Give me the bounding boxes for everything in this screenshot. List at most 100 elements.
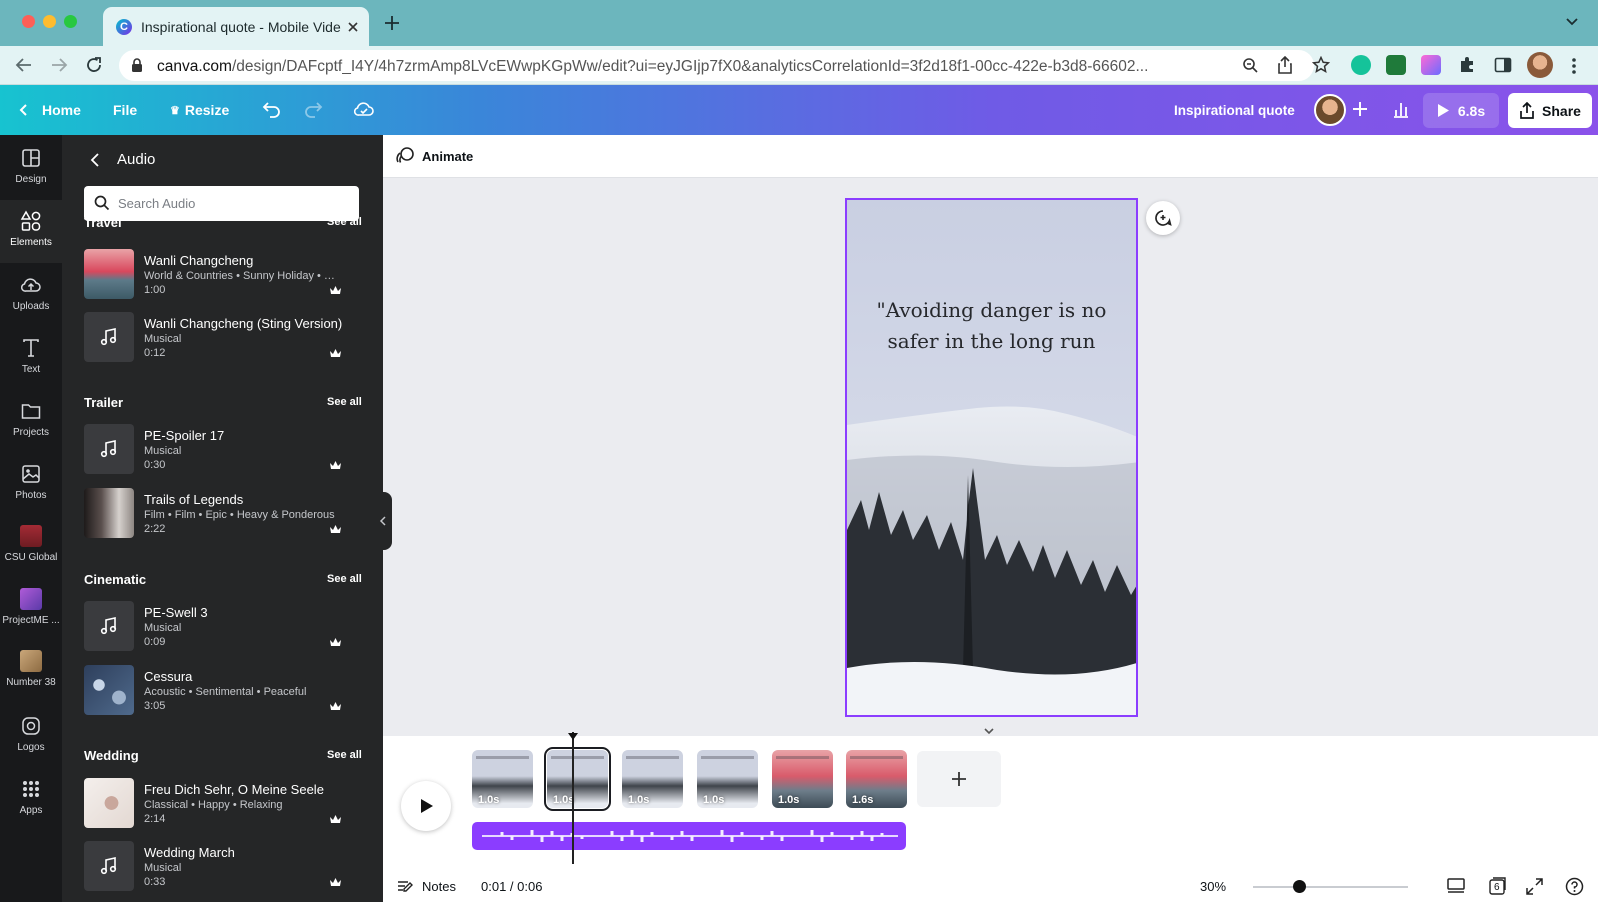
- zoom-window-button[interactable]: [64, 15, 77, 28]
- home-button[interactable]: Home: [18, 85, 81, 135]
- zoom-slider[interactable]: [1253, 880, 1408, 893]
- help-icon[interactable]: [1565, 877, 1584, 896]
- audio-waveform: [482, 830, 898, 842]
- rail-item-photos[interactable]: Photos: [0, 463, 62, 513]
- puzzle-extensions-icon[interactable]: [1458, 56, 1476, 74]
- user-avatar[interactable]: [1314, 94, 1346, 126]
- rail-item-projectme[interactable]: ProjectME ...: [0, 588, 62, 638]
- rail-item-uploads[interactable]: Uploads: [0, 274, 62, 324]
- audio-track-item[interactable]: Wanli Changcheng World & Countries • Sun…: [84, 249, 364, 299]
- download-extension-icon[interactable]: [1386, 55, 1406, 75]
- audio-track-bar[interactable]: [472, 822, 906, 850]
- bottom-bar: Notes 0:01 / 0:06 30% 6: [383, 872, 1598, 902]
- folder-icon: [21, 404, 41, 419]
- rail-item-number-38[interactable]: Number 38: [0, 650, 62, 700]
- track-artwork: [84, 841, 134, 891]
- minimize-window-button[interactable]: [43, 15, 56, 28]
- search-audio-input[interactable]: Search Audio: [84, 186, 359, 221]
- zoom-slider-thumb[interactable]: [1292, 880, 1306, 893]
- scene-duration: 1.0s: [778, 794, 800, 806]
- more-vertical-icon[interactable]: [1571, 57, 1577, 75]
- add-scene-button[interactable]: [917, 751, 1001, 807]
- scene-text-preview: [551, 756, 604, 759]
- reload-icon[interactable]: [85, 56, 103, 74]
- track-duration: 1:00: [144, 284, 166, 296]
- scene-thumbnail[interactable]: 1.0s: [622, 750, 683, 808]
- track-tags: Acoustic • Sentimental • Peaceful: [144, 686, 307, 698]
- rail-item-design[interactable]: Design: [0, 147, 62, 197]
- add-comment-button[interactable]: [1146, 201, 1180, 235]
- grammarly-extension-icon[interactable]: [1351, 55, 1371, 75]
- notes-button[interactable]: Notes: [396, 878, 456, 894]
- rail-item-logos[interactable]: Logos: [0, 715, 62, 765]
- audio-panel: Audio Travel See all Search Audio Wanli …: [62, 135, 383, 902]
- undo-icon[interactable]: [262, 100, 282, 118]
- color-extension-icon[interactable]: [1421, 55, 1441, 75]
- rail-item-text[interactable]: Text: [0, 337, 62, 387]
- lock-icon[interactable]: [131, 58, 143, 73]
- back-arrow-icon[interactable]: [15, 57, 33, 73]
- grid-view-icon[interactable]: [1447, 878, 1465, 894]
- add-collaborator-icon[interactable]: [1352, 101, 1368, 117]
- see-all-cinematic-link[interactable]: See all: [327, 573, 362, 585]
- audio-track-item[interactable]: Trails of Legends Film • Film • Epic • H…: [84, 488, 364, 538]
- collapse-panel-handle[interactable]: [375, 492, 392, 550]
- address-bar[interactable]: canva.com/design/DAFcptf_I4Y/4h7zrmAmp8L…: [119, 50, 1330, 81]
- playhead[interactable]: [568, 732, 578, 864]
- rail-item-projects[interactable]: Projects: [0, 400, 62, 450]
- close-window-button[interactable]: [22, 15, 35, 28]
- fullscreen-icon[interactable]: [1526, 878, 1543, 895]
- scene-thumbnail-selected[interactable]: 1.0s: [544, 747, 611, 811]
- scene-duration: 1.6s: [852, 794, 874, 806]
- design-page[interactable]: "Avoiding danger is no safer in the long…: [845, 198, 1138, 717]
- zoom-magnifier-icon[interactable]: [1242, 57, 1259, 74]
- file-menu-button[interactable]: File: [113, 85, 137, 135]
- track-title: Trails of Legends: [144, 492, 244, 507]
- browser-profile-avatar[interactable]: [1527, 52, 1553, 78]
- animate-button[interactable]: Animate: [396, 147, 473, 165]
- back-chevron-icon[interactable]: [90, 152, 100, 168]
- see-all-wedding-link[interactable]: See all: [327, 749, 362, 761]
- browser-tab[interactable]: C Inspirational quote - Mobile Video: [103, 7, 369, 46]
- rail-item-elements[interactable]: Elements: [0, 200, 62, 263]
- audio-track-item[interactable]: PE-Spoiler 17 Musical 0:30: [84, 424, 364, 474]
- forward-arrow-icon[interactable]: [50, 57, 68, 73]
- url-text: canva.com/design/DAFcptf_I4Y/4h7zrmAmp8L…: [157, 58, 1148, 76]
- crown-premium-icon: [330, 349, 341, 357]
- cloud-saved-icon[interactable]: [353, 100, 375, 118]
- audio-track-item[interactable]: PE-Swell 3 Musical 0:09: [84, 601, 364, 651]
- sidebar-toggle-icon[interactable]: [1494, 56, 1512, 74]
- present-button[interactable]: 6.8s: [1423, 93, 1499, 128]
- scene-thumbnail[interactable]: 1.0s: [772, 750, 833, 808]
- bookmark-star-icon[interactable]: [1312, 56, 1330, 74]
- play-icon: [421, 799, 433, 813]
- audio-track-item[interactable]: Freu Dich Sehr, O Meine Seele Classical …: [84, 778, 364, 828]
- insights-chart-icon[interactable]: [1392, 100, 1410, 118]
- page-count: 6: [1494, 882, 1500, 893]
- rail-item-csu-global[interactable]: CSU Global: [0, 525, 62, 575]
- see-all-trailer-link[interactable]: See all: [327, 396, 362, 408]
- share-page-icon[interactable]: [1277, 56, 1293, 74]
- rail-item-apps[interactable]: Apps: [0, 778, 62, 828]
- chevron-down-icon[interactable]: [1565, 17, 1579, 27]
- canva-favicon-icon: C: [116, 18, 132, 35]
- redo-icon[interactable]: [303, 100, 323, 118]
- scene-thumbnail[interactable]: 1.6s: [846, 750, 907, 808]
- scene-thumbnail[interactable]: 1.0s: [697, 750, 758, 808]
- audio-track-item[interactable]: Wanli Changcheng (Sting Version) Musical…: [84, 312, 364, 362]
- scene-thumbnail[interactable]: 1.0s: [472, 750, 533, 808]
- panel-title: Audio: [117, 151, 156, 168]
- resize-button[interactable]: ♛ Resize: [170, 85, 229, 135]
- audio-track-item[interactable]: Wedding March Musical 0:33: [84, 841, 364, 891]
- new-tab-icon[interactable]: [383, 14, 401, 32]
- quote-text[interactable]: "Avoiding danger is no safer in the long…: [859, 295, 1124, 357]
- design-title[interactable]: Inspirational quote: [1174, 85, 1295, 135]
- audio-track-item[interactable]: Cessura Acoustic • Sentimental • Peacefu…: [84, 665, 364, 715]
- hide-timeline-chevron-icon[interactable]: [983, 727, 995, 735]
- page-count-icon[interactable]: 6: [1487, 876, 1507, 896]
- track-title: Cessura: [144, 669, 193, 684]
- close-tab-icon[interactable]: [347, 21, 359, 33]
- share-button[interactable]: Share: [1508, 93, 1592, 128]
- play-button[interactable]: [401, 781, 451, 831]
- scene-text-preview: [776, 756, 829, 759]
